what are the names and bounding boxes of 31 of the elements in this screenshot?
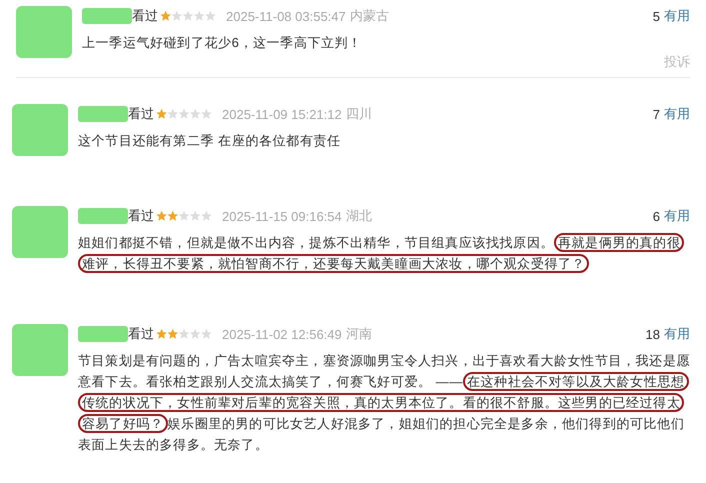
watched-label: 看过 bbox=[132, 7, 158, 25]
comment-text: 上一季运气好碰到了花少6，这一季高下立判！ bbox=[82, 34, 363, 52]
avatar-placeholder bbox=[16, 6, 72, 58]
watched-label: 看过 bbox=[128, 105, 154, 123]
comment-time: 2025-11-09 15:21:12 bbox=[222, 106, 342, 122]
redacted-username bbox=[78, 208, 128, 224]
redacted-username bbox=[78, 326, 128, 342]
avatar-placeholder bbox=[12, 104, 68, 156]
comment-time: 2025-11-15 09:16:54 bbox=[222, 208, 342, 224]
useful-link[interactable]: 有用 bbox=[664, 105, 690, 123]
useful-link[interactable]: 有用 bbox=[664, 207, 690, 225]
redacted-username bbox=[82, 8, 132, 24]
comment-location: 四川 bbox=[346, 105, 372, 123]
redacted-username bbox=[78, 106, 128, 122]
vote-count: 18 bbox=[646, 326, 660, 342]
comment-location: 湖北 bbox=[346, 207, 372, 225]
avatar-placeholder bbox=[12, 324, 68, 376]
useful-link[interactable]: 有用 bbox=[664, 7, 690, 25]
vote-count: 5 bbox=[652, 8, 660, 24]
comment-location: 内蒙古 bbox=[350, 7, 389, 25]
avatar-placeholder bbox=[12, 206, 68, 258]
comment-time: 2025-11-08 03:55:47 bbox=[226, 8, 346, 24]
watched-label: 看过 bbox=[128, 325, 154, 343]
vote-count: 7 bbox=[652, 106, 660, 122]
comment-text: 节目策划是有问题的，广告太喧宾夺主，塞资源咖男宝令人扫兴，出于喜欢看大龄女性节目，我还是愿意看下去。看张柏芝跟别人交流太搞笑了，何赛飞好可爱。 —— 在这种社会不对等以及大龄女性思想传统的状况下，女性前辈对后辈的宽容关照，真的太男本位了。看的很不舒服。这些男的已经过得太容易了好吗？ 娱乐圈里的男的可比女艺人好混多了，姐姐们的担心完全是多余，他们得到的可比他们表面上失去的多得多。无奈了。 bbox=[78, 352, 690, 454]
vote-count: 6 bbox=[652, 208, 660, 224]
comment-time: 2025-11-02 12:56:49 bbox=[222, 326, 342, 342]
comment-location: 河南 bbox=[346, 325, 372, 343]
watched-label: 看过 bbox=[128, 207, 154, 225]
useful-link[interactable]: 有用 bbox=[664, 325, 690, 343]
comment-text: 这个节目还能有第二季 在座的各位都有责任 bbox=[78, 132, 342, 150]
